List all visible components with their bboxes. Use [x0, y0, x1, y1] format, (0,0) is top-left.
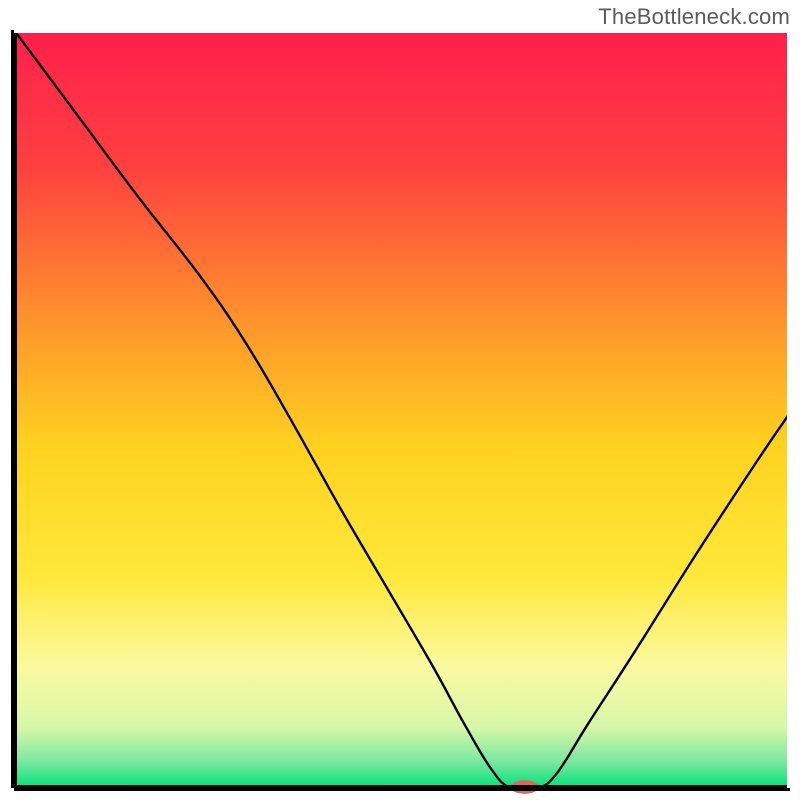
attribution-label: TheBottleneck.com [598, 4, 790, 30]
plot-background [14, 30, 790, 788]
bottleneck-chart: TheBottleneck.com [0, 0, 800, 800]
chart-canvas [0, 0, 800, 800]
